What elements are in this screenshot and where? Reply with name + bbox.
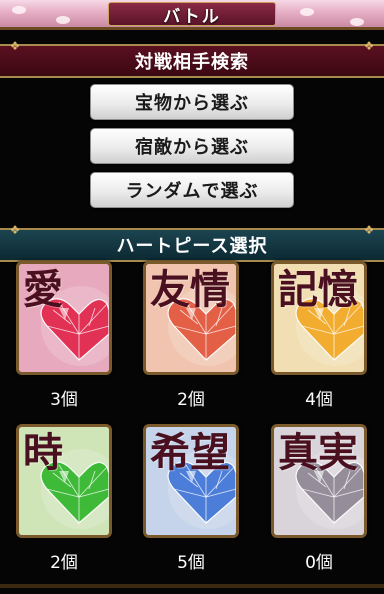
heart-card-memory[interactable]: 記憶 xyxy=(271,261,367,375)
heart-piece-header: ❖ ハートピース選択 ❖ xyxy=(0,223,384,262)
card-kanji: 愛 xyxy=(23,266,63,313)
ornament-icon: ❖ xyxy=(363,223,375,237)
card-kanji: 真実 xyxy=(278,429,358,476)
card-kanji: 記憶 xyxy=(278,266,358,313)
card-count: 2個 xyxy=(177,390,205,410)
petal-decoration xyxy=(350,18,364,26)
page-title: バトル xyxy=(163,6,221,27)
opponent-search-heading: 対戦相手検索 xyxy=(135,52,249,73)
card-count: 4個 xyxy=(305,390,333,410)
heart-card-love[interactable]: 愛 xyxy=(16,261,112,375)
card-count: 2個 xyxy=(50,553,78,573)
choose-from-rival-button[interactable]: 宿敵から選ぶ xyxy=(90,128,294,164)
petal-decoration xyxy=(300,8,314,16)
card-kanji: 時 xyxy=(23,429,63,476)
choose-from-treasure-button[interactable]: 宝物から選ぶ xyxy=(90,84,294,120)
battle-screen: バトル ❖ 対戦相手検索 ❖ 宝物から選ぶ 宿敵から選ぶ ランダムで選ぶ ❖ ハ… xyxy=(0,0,384,594)
ornament-icon: ❖ xyxy=(9,223,21,237)
bottom-divider xyxy=(0,584,384,588)
heart-piece-heading: ハートピース選択 xyxy=(116,236,268,257)
heart-card-friendship[interactable]: 友情 xyxy=(143,261,239,375)
petal-decoration xyxy=(12,6,26,14)
choose-random-button[interactable]: ランダムで選ぶ xyxy=(90,172,294,208)
card-count: 5個 xyxy=(177,553,205,573)
opponent-search-header: ❖ 対戦相手検索 ❖ xyxy=(0,39,384,78)
heart-card-truth[interactable]: 真実 xyxy=(271,424,367,538)
ornament-icon: ❖ xyxy=(363,39,375,53)
heart-card-hope[interactable]: 希望 xyxy=(143,424,239,538)
card-kanji: 希望 xyxy=(150,429,230,476)
petal-decoration xyxy=(56,16,70,24)
card-count: 0個 xyxy=(305,553,333,573)
ornament-icon: ❖ xyxy=(9,39,21,53)
title-bar: バトル xyxy=(0,0,384,30)
title-ribbon: バトル xyxy=(108,2,276,27)
heart-card-time[interactable]: 時 xyxy=(16,424,112,538)
card-kanji: 友情 xyxy=(150,266,230,313)
card-count: 3個 xyxy=(50,390,78,410)
